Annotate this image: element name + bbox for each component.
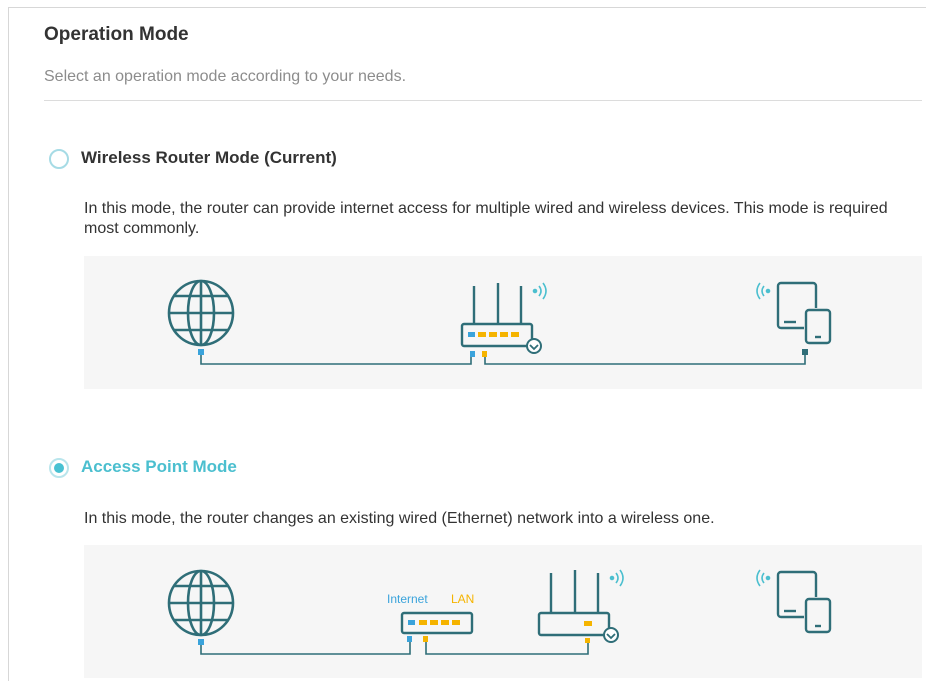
wifi-signal-icon	[532, 282, 547, 300]
wifi-signal-icon	[609, 569, 624, 587]
download-badge-icon	[603, 627, 619, 643]
radio-wireless-router-mode[interactable]	[49, 149, 69, 169]
wifi-signal-icon	[756, 282, 771, 300]
mode-description-access-point: In this mode, the router changes an exis…	[84, 510, 715, 527]
internet-port-label: Internet	[387, 592, 428, 606]
modem-icon	[400, 611, 474, 635]
lan-port-label: LAN	[451, 592, 474, 606]
radio-access-point-mode[interactable]	[49, 458, 69, 478]
wifi-signal-icon	[756, 569, 771, 587]
globe-icon	[167, 279, 235, 347]
tablet-phone-icon	[776, 281, 832, 345]
mode-label-access-point[interactable]: Access Point Mode	[81, 457, 237, 477]
globe-icon	[167, 569, 235, 637]
header-divider	[44, 100, 922, 101]
diagram-access-point-mode: Internet LAN	[84, 545, 922, 678]
mode-label-wireless-router[interactable]: Wireless Router Mode (Current)	[81, 148, 337, 168]
router-icon	[537, 570, 611, 637]
download-badge-icon	[526, 338, 542, 354]
tablet-phone-icon	[776, 570, 832, 634]
page-title: Operation Mode	[44, 24, 189, 45]
mode-description-wireless-router: In this mode, the router can provide int…	[84, 200, 888, 237]
diagram-wireless-router-mode	[84, 256, 922, 389]
page-subtitle: Select an operation mode according to yo…	[44, 68, 407, 85]
